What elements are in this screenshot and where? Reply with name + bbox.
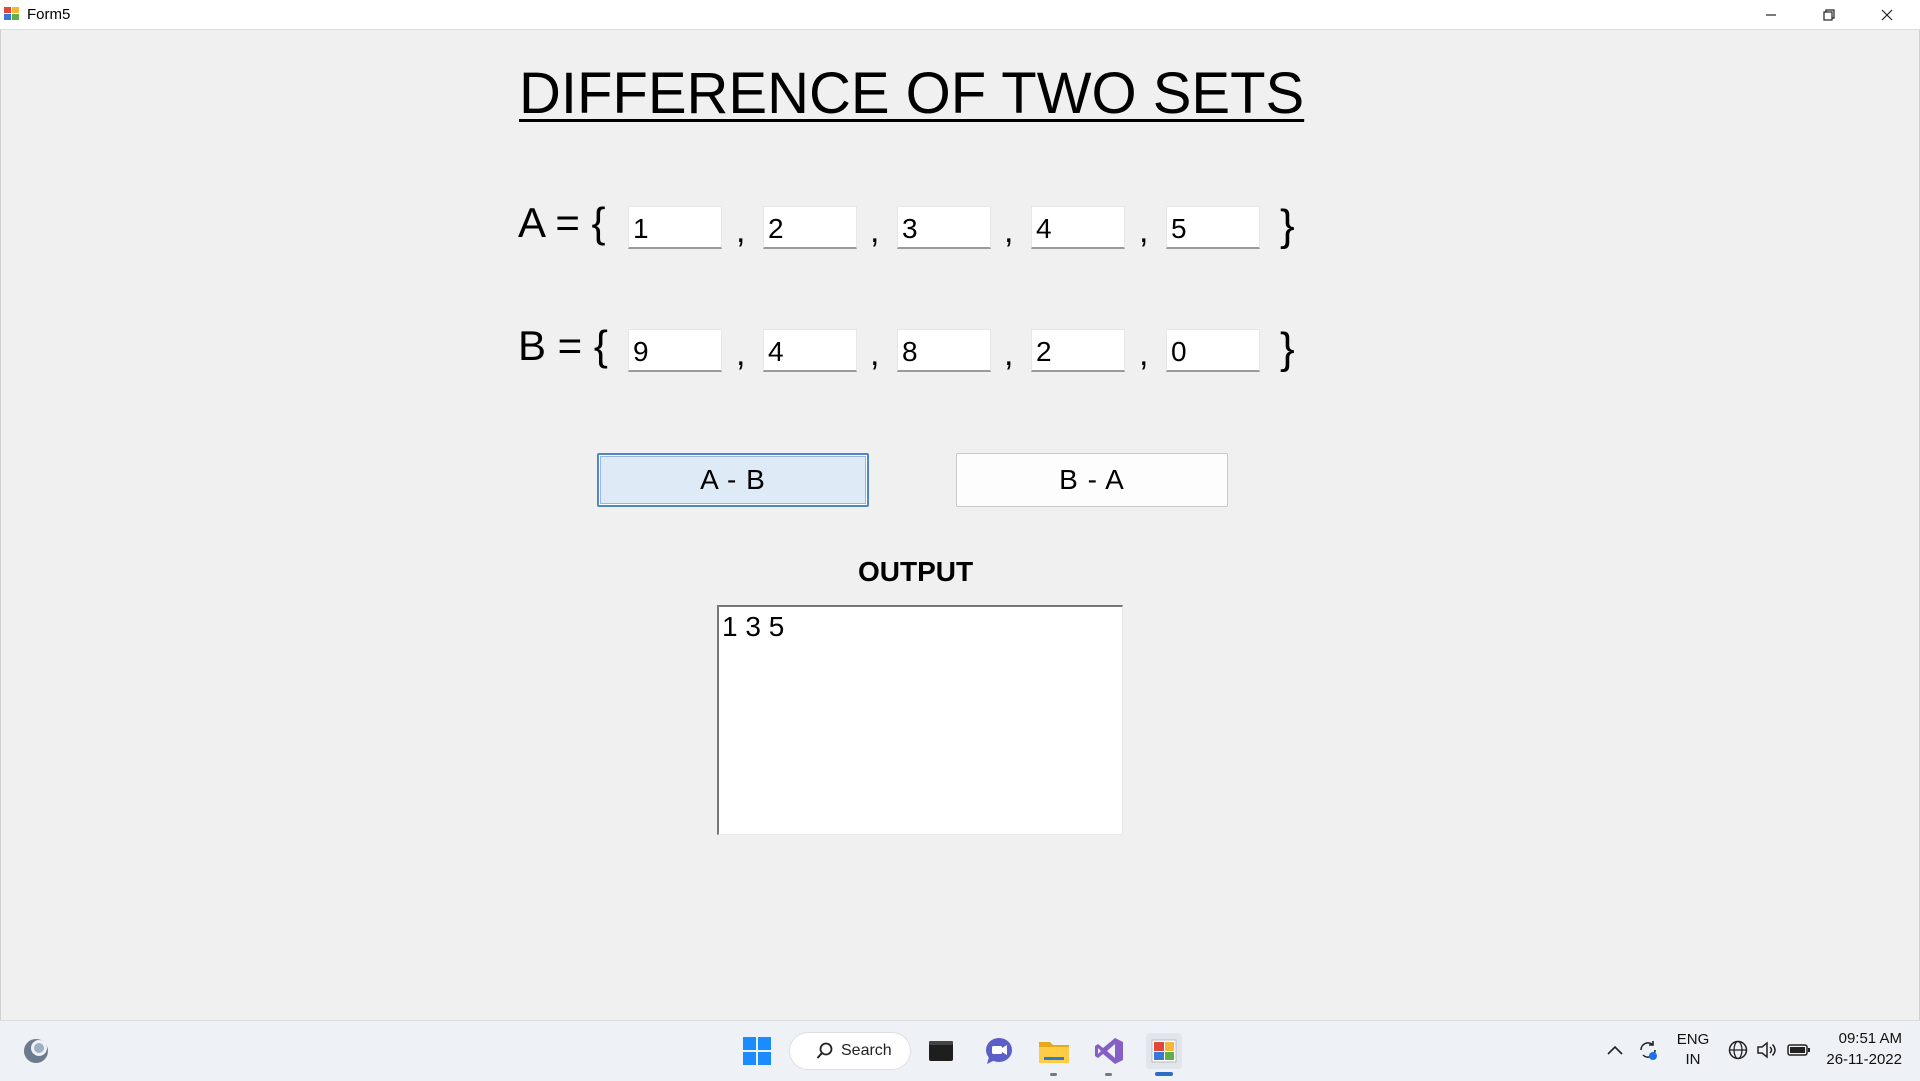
set-a-label: A = { <box>518 199 606 246</box>
close-button[interactable] <box>1858 0 1916 29</box>
set-b-comma-2: , <box>870 335 880 373</box>
set-a-field-5[interactable] <box>1166 206 1260 249</box>
start-icon[interactable] <box>739 1033 775 1069</box>
network-button[interactable] <box>1727 1020 1749 1080</box>
battery-button[interactable] <box>1787 1020 1811 1080</box>
battery-icon <box>1787 1044 1810 1056</box>
a-minus-b-button[interactable]: A - B <box>597 453 869 507</box>
file-explorer-running-indicator <box>1050 1073 1057 1076</box>
terminal-icon[interactable] <box>923 1033 959 1069</box>
teams-chat-icon[interactable] <box>981 1033 1017 1069</box>
title-bar[interactable]: Form5 <box>0 0 1920 30</box>
form-app-icon <box>4 7 20 21</box>
set-b-comma-3: , <box>1004 335 1014 373</box>
sync-status-button[interactable] <box>1637 1020 1659 1080</box>
volume-button[interactable] <box>1756 1020 1778 1080</box>
language-code: ENG <box>1676 1031 1710 1048</box>
region-code: IN <box>1685 1051 1701 1068</box>
close-icon <box>1881 9 1893 20</box>
sync-icon <box>1640 1041 1657 1060</box>
set-b-field-2[interactable] <box>763 329 857 372</box>
form-app-taskbar-icon[interactable] <box>1146 1033 1182 1069</box>
restore-icon <box>1823 8 1835 21</box>
set-a-comma-4: , <box>1139 212 1149 250</box>
set-b-field-4[interactable] <box>1031 329 1125 372</box>
set-b-field-3[interactable] <box>897 329 991 372</box>
page-title: DIFFERENCE OF TWO SETS <box>519 61 1305 126</box>
restore-button[interactable] <box>1800 0 1858 29</box>
clock-date: 26-11-2022 <box>1826 1051 1902 1068</box>
globe-icon <box>1728 1040 1748 1060</box>
taskbar: Search <box>0 1020 1920 1081</box>
output-textbox[interactable]: 1 3 5 <box>717 605 1123 835</box>
set-a-field-4[interactable] <box>1031 206 1125 249</box>
clock-time: 09:51 AM <box>1838 1030 1902 1047</box>
visual-studio-running-indicator <box>1105 1073 1112 1076</box>
input-language-indicator[interactable]: ENG IN <box>1672 1030 1714 1070</box>
set-a-field-2[interactable] <box>763 206 857 249</box>
set-b-close-brace: } <box>1280 324 1295 373</box>
set-b-label: B = { <box>518 322 608 369</box>
set-b-comma-4: , <box>1139 335 1149 373</box>
show-hidden-icons-button[interactable] <box>1606 1020 1624 1080</box>
minimize-icon <box>1766 13 1776 16</box>
taskbar-search-box[interactable]: Search <box>789 1032 911 1070</box>
speaker-icon <box>1757 1041 1776 1059</box>
set-b-field-5[interactable] <box>1166 329 1260 372</box>
search-label: Search <box>841 1042 892 1059</box>
set-b-field-1[interactable] <box>628 329 722 372</box>
set-a-comma-2: , <box>870 212 880 250</box>
visual-studio-icon[interactable] <box>1091 1033 1127 1069</box>
set-a-comma-3: , <box>1004 212 1014 250</box>
window-title: Form5 <box>27 6 71 23</box>
chevron-up-icon <box>1607 1045 1623 1055</box>
b-minus-a-button[interactable]: B - A <box>956 453 1228 507</box>
form-client-area <box>0 30 1920 1020</box>
set-a-close-brace: } <box>1280 201 1295 250</box>
set-a-comma-1: , <box>736 212 746 250</box>
file-explorer-icon[interactable] <box>1036 1033 1072 1069</box>
form-app-active-indicator <box>1155 1072 1173 1076</box>
output-label: OUTPUT <box>858 556 974 587</box>
set-a-field-3[interactable] <box>897 206 991 249</box>
search-icon <box>816 1042 833 1059</box>
widgets-icon[interactable] <box>18 1033 54 1069</box>
taskbar-clock[interactable]: 09:51 AM 26-11-2022 <box>1818 1028 1902 1070</box>
minimize-button[interactable] <box>1742 0 1800 29</box>
set-b-comma-1: , <box>736 335 746 373</box>
set-a-field-1[interactable] <box>628 206 722 249</box>
